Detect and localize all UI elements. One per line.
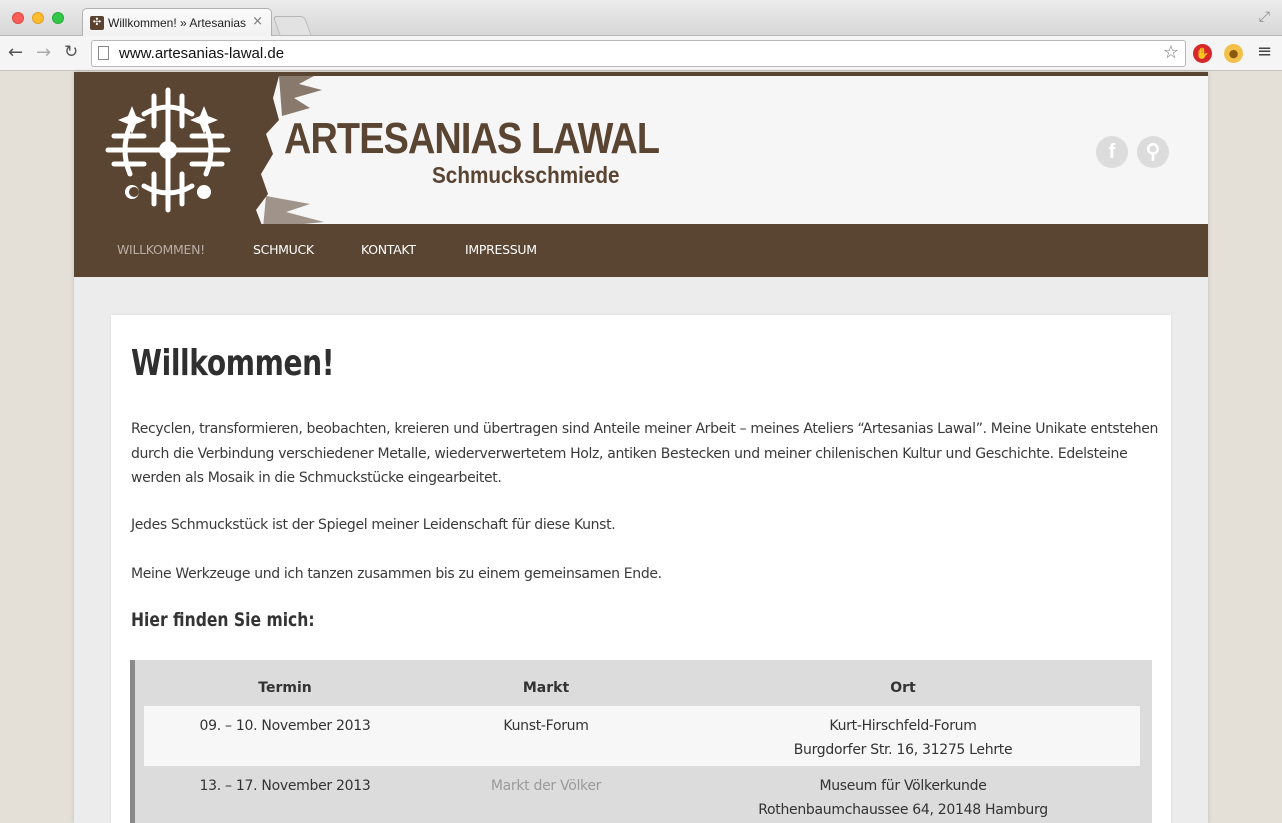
close-window-button[interactable] xyxy=(12,12,24,24)
intro-paragraph: Recyclen, transformieren, beobachten, kr… xyxy=(131,421,1159,486)
browser-titlebar: ✣ Willkommen! » Artesanias Lawal × ⤢ xyxy=(0,0,1282,37)
browser-toolbar: ← → ↻ www.artesanias-lawal.de ☆ ✋ ● ≡ xyxy=(0,36,1282,71)
table-row: 09. – 10. November 2013 Kunst-Forum Kurt… xyxy=(144,706,1140,766)
fullscreen-icon[interactable]: ⤢ xyxy=(1259,9,1270,25)
table-row: 13. – 17. November 2013 Markt der Völker… xyxy=(144,766,1140,823)
extension-cookie-icon[interactable]: ● xyxy=(1224,44,1243,63)
search-icon[interactable]: ⚲ xyxy=(1137,136,1169,168)
favicon-icon: ✣ xyxy=(90,16,104,30)
cell-termin: 13. – 17. November 2013 xyxy=(199,778,371,794)
new-tab-button[interactable] xyxy=(272,16,312,35)
cell-ort: Museum für Völkerkunde Rothenbaumchausse… xyxy=(666,774,1140,822)
nav-item-impressum[interactable]: IMPRESSUM xyxy=(465,242,537,257)
cell-markt: Kunst-Forum xyxy=(503,718,589,734)
browser-tab[interactable]: ✣ Willkommen! » Artesanias Lawal × xyxy=(82,8,272,37)
cell-ort-address: Rothenbaumchaussee 64, 20148 Hamburg xyxy=(758,802,1048,818)
extension-adblock-icon[interactable]: ✋ xyxy=(1193,44,1212,63)
tab-close-icon[interactable]: × xyxy=(252,14,263,29)
address-bar[interactable]: www.artesanias-lawal.de ☆ xyxy=(91,40,1186,67)
zoom-window-button[interactable] xyxy=(52,12,64,24)
forward-icon[interactable]: → xyxy=(36,42,51,63)
back-icon[interactable]: ← xyxy=(8,42,23,63)
bookmark-star-icon[interactable]: ☆ xyxy=(1163,42,1179,63)
locations-heading: Hier finden Sie mich: xyxy=(131,609,315,631)
minimize-window-button[interactable] xyxy=(32,12,44,24)
table-header-markt: Markt xyxy=(522,680,570,696)
site-header: ARTESANIAS LAWAL Schmuckschmiede f ⚲ xyxy=(74,72,1208,228)
facebook-icon[interactable]: f xyxy=(1096,136,1128,168)
cell-ort-venue: Kurt-Hirschfeld-Forum xyxy=(829,718,977,734)
main-navigation: WILLKOMMEN! SCHMUCK KONTAKT IMPRESSUM xyxy=(74,224,1208,277)
reload-icon[interactable]: ↻ xyxy=(64,42,78,62)
markets-table: Termin Markt Ort 09. – 10. November 2013… xyxy=(130,660,1152,823)
site-subtitle: Schmuckschmiede xyxy=(432,162,620,188)
website-page: ARTESANIAS LAWAL Schmuckschmiede f ⚲ WIL… xyxy=(74,72,1208,823)
cell-ort: Kurt-Hirschfeld-Forum Burgdorfer Str. 16… xyxy=(666,714,1140,762)
table-header-termin: Termin xyxy=(258,680,312,696)
url-text[interactable]: www.artesanias-lawal.de xyxy=(119,45,284,62)
site-title[interactable]: ARTESANIAS LAWAL xyxy=(284,114,660,164)
page-title: Willkommen! xyxy=(131,343,335,384)
menu-icon[interactable]: ≡ xyxy=(1257,41,1272,62)
cell-ort-address: Burgdorfer Str. 16, 31275 Lehrte xyxy=(793,742,1013,758)
cell-markt-link[interactable]: Markt der Völker xyxy=(426,774,666,798)
page-icon xyxy=(98,46,109,60)
nav-item-kontakt[interactable]: KONTAKT xyxy=(361,242,416,257)
content-area: Willkommen! Recyclen, transformieren, be… xyxy=(111,315,1171,823)
nav-item-willkommen[interactable]: WILLKOMMEN! xyxy=(117,242,205,257)
paragraph-mirror: Jedes Schmuckstück ist der Spiegel meine… xyxy=(131,517,616,533)
table-header-ort: Ort xyxy=(890,680,916,696)
cell-ort-venue: Museum für Völkerkunde xyxy=(819,778,987,794)
tab-title: Willkommen! » Artesanias Lawal xyxy=(108,16,248,30)
nav-item-schmuck[interactable]: SCHMUCK xyxy=(253,242,314,257)
paragraph-tools: Meine Werkzeuge und ich tanzen zusammen … xyxy=(131,566,662,582)
cell-termin: 09. – 10. November 2013 xyxy=(199,718,371,734)
